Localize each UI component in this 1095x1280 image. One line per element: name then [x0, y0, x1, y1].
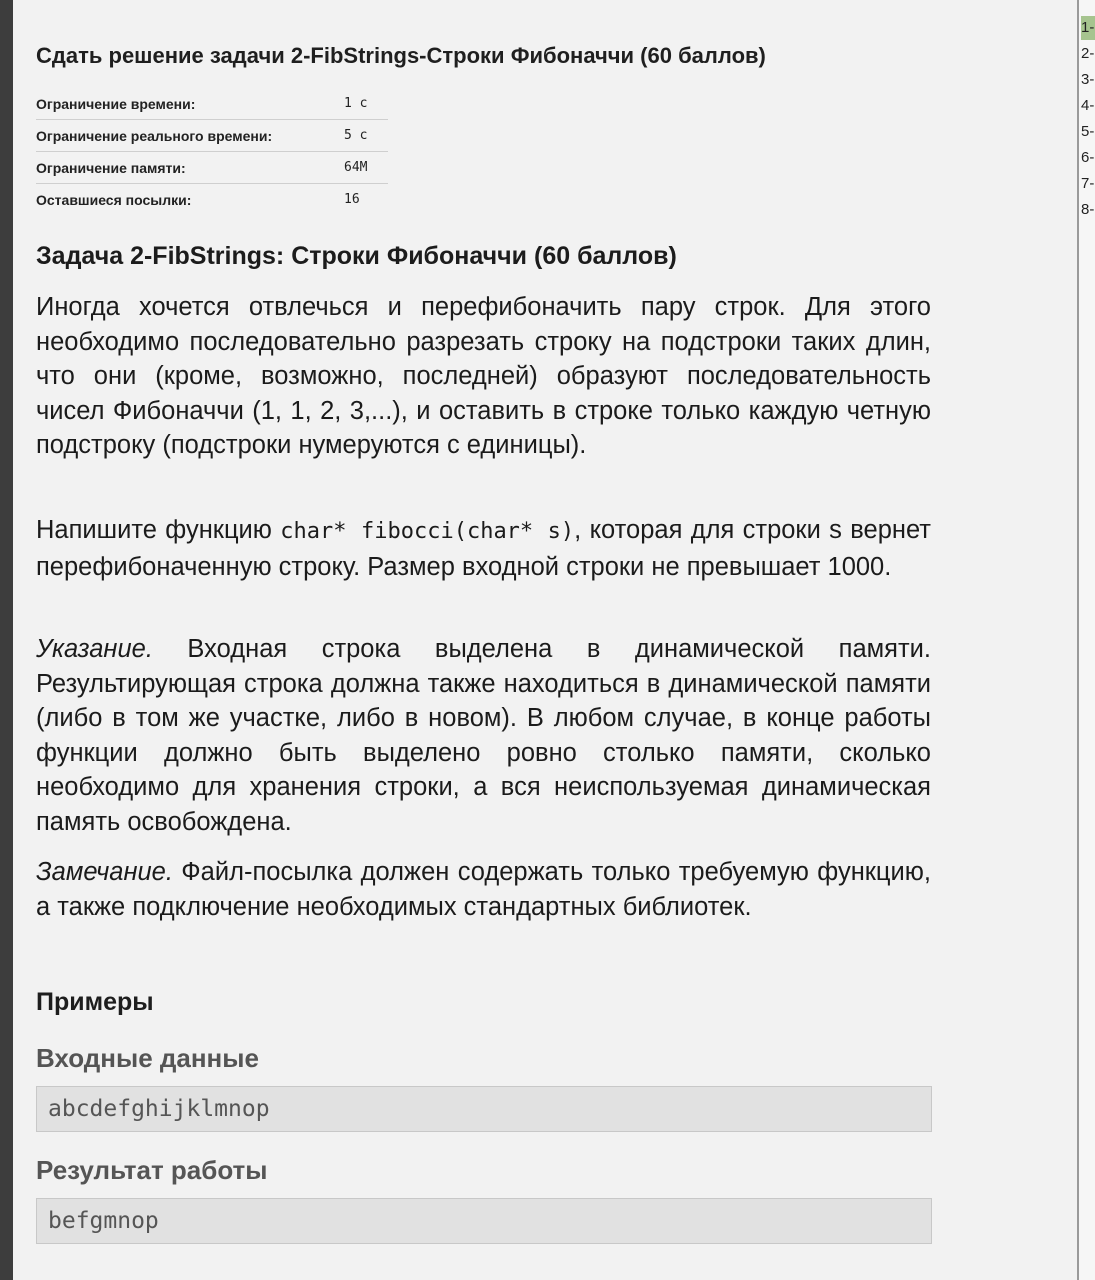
limit-row: Оставшиеся посылки: 16	[36, 184, 388, 216]
problem-statement: Иногда хочется отвлечься и перефибоначит…	[36, 293, 931, 459]
problem-list-item[interactable]: 3-	[1081, 68, 1095, 92]
output-title: Результат работы	[36, 1155, 268, 1185]
limit-value: 5 с	[344, 119, 388, 152]
window-edge	[0, 0, 13, 1280]
limit-value: 1 с	[344, 88, 388, 120]
problem-list-panel: 1- 2- 3- 4- 5- 6- 7- 8-	[1077, 0, 1095, 1280]
problem-title: Задача 2-FibStrings: Строки Фибоначчи (6…	[36, 242, 677, 270]
limit-value: 16	[344, 192, 360, 207]
limit-label: Ограничение реального времени:	[36, 119, 344, 152]
limit-label: Ограничение времени:	[36, 88, 344, 120]
limit-row: Ограничение памяти: 64M	[36, 151, 388, 184]
limit-value: 64M	[344, 151, 388, 184]
problem-list-item[interactable]: 8-	[1081, 198, 1095, 222]
input-example: abcdefghijklmnop	[36, 1086, 932, 1132]
function-signature: char* fibocci(char* s)	[280, 519, 575, 544]
problem-list-item[interactable]: 2-	[1081, 42, 1095, 66]
hint-paragraph: Указание. Входная строка выделена в дина…	[36, 632, 931, 839]
task-paragraph: Напишите функцию char* fibocci(char* s),…	[36, 513, 931, 584]
problem-list-item[interactable]: 4-	[1081, 94, 1095, 118]
limit-label: Ограничение памяти:	[36, 151, 344, 184]
task-text-before: Напишите функцию	[36, 516, 281, 544]
input-title: Входные данные	[36, 1043, 259, 1073]
hint-text: Входная строка выделена в динамической п…	[36, 635, 931, 836]
problem-list-item[interactable]: 6-	[1081, 146, 1095, 170]
hint-label: Указание.	[36, 635, 153, 663]
problem-list-item[interactable]: 7-	[1081, 172, 1095, 196]
limits-table: Ограничение времени: 1 с Ограничение реа…	[36, 88, 388, 215]
submit-title: Сдать решение задачи 2-FibStrings-Строки…	[36, 43, 766, 68]
limit-row: Ограничение реального времени: 5 с	[36, 119, 388, 152]
limit-label: Оставшиеся посылки:	[36, 191, 192, 208]
problem-list-item-active[interactable]: 1-	[1081, 16, 1095, 40]
examples-title: Примеры	[36, 988, 154, 1016]
limit-row: Ограничение времени: 1 с	[36, 88, 388, 120]
note-paragraph: Замечание. Файл-посылка должен содержать…	[36, 855, 931, 924]
problem-list-item[interactable]: 5-	[1081, 120, 1095, 144]
note-label: Замечание.	[36, 858, 173, 886]
output-example: befgmnop	[36, 1198, 932, 1244]
